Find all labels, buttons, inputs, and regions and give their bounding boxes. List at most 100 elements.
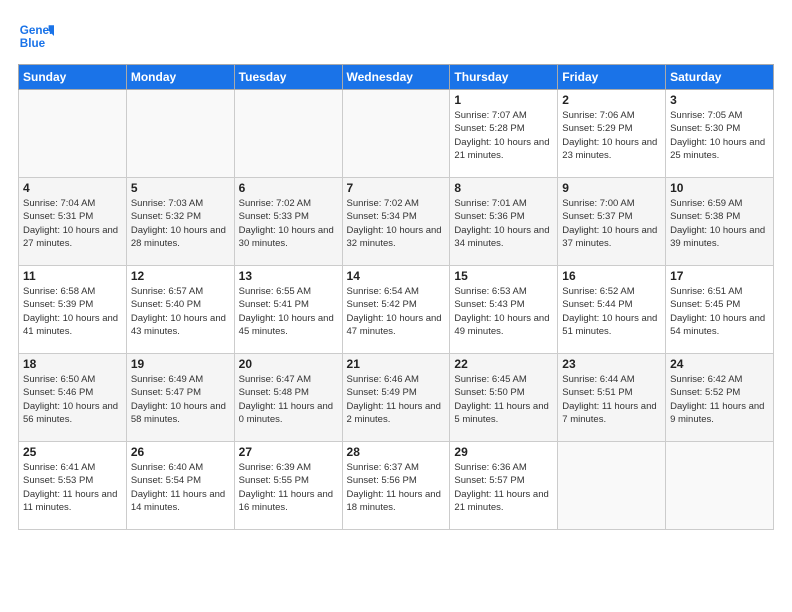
calendar-day-header: Wednesday bbox=[342, 65, 450, 90]
calendar-day-cell: 2 Sunrise: 7:06 AMSunset: 5:29 PMDaylight… bbox=[558, 90, 666, 178]
day-info: Sunrise: 7:03 AMSunset: 5:32 PMDaylight:… bbox=[131, 197, 230, 250]
day-info: Sunrise: 6:54 AMSunset: 5:42 PMDaylight:… bbox=[347, 285, 446, 338]
calendar-day-cell: 5 Sunrise: 7:03 AMSunset: 5:32 PMDaylight… bbox=[126, 178, 234, 266]
day-info: Sunrise: 6:51 AMSunset: 5:45 PMDaylight:… bbox=[670, 285, 769, 338]
day-info: Sunrise: 6:37 AMSunset: 5:56 PMDaylight:… bbox=[347, 461, 446, 514]
day-number: 22 bbox=[454, 357, 553, 371]
calendar-day-cell: 4Sunrise: 7:04 AMSunset: 5:31 PMDaylight… bbox=[19, 178, 127, 266]
calendar-week-row: 11Sunrise: 6:58 AMSunset: 5:39 PMDayligh… bbox=[19, 266, 774, 354]
calendar-week-row: 25 Sunrise: 6:41 AMSunset: 5:53 PMDayligh… bbox=[19, 442, 774, 530]
day-number: 29 bbox=[454, 445, 553, 459]
calendar-day-cell: 3 Sunrise: 7:05 AMSunset: 5:30 PMDaylight… bbox=[666, 90, 774, 178]
calendar-day-cell: 6 Sunrise: 7:02 AMSunset: 5:33 PMDaylight… bbox=[234, 178, 342, 266]
day-info: Sunrise: 6:57 AMSunset: 5:40 PMDaylight:… bbox=[131, 285, 230, 338]
day-info: Sunrise: 6:42 AMSunset: 5:52 PMDaylight:… bbox=[670, 373, 769, 426]
calendar-day-cell: 24 Sunrise: 6:42 AMSunset: 5:52 PMDayligh… bbox=[666, 354, 774, 442]
calendar-day-cell: 21Sunrise: 6:46 AMSunset: 5:49 PMDayligh… bbox=[342, 354, 450, 442]
day-number: 6 bbox=[239, 181, 338, 195]
calendar-day-cell: 11Sunrise: 6:58 AMSunset: 5:39 PMDayligh… bbox=[19, 266, 127, 354]
day-info: Sunrise: 7:05 AMSunset: 5:30 PMDaylight:… bbox=[670, 109, 769, 162]
calendar-day-cell: 7 Sunrise: 7:02 AMSunset: 5:34 PMDaylight… bbox=[342, 178, 450, 266]
page-container: General Blue SundayMondayTuesdayWednesda… bbox=[0, 0, 792, 540]
day-info: Sunrise: 6:41 AMSunset: 5:53 PMDaylight:… bbox=[23, 461, 122, 514]
day-info: Sunrise: 7:04 AMSunset: 5:31 PMDaylight:… bbox=[23, 197, 122, 250]
day-number: 2 bbox=[562, 93, 661, 107]
calendar-week-row: 1 Sunrise: 7:07 AMSunset: 5:28 PMDaylight… bbox=[19, 90, 774, 178]
day-number: 24 bbox=[670, 357, 769, 371]
day-info: Sunrise: 7:06 AMSunset: 5:29 PMDaylight:… bbox=[562, 109, 661, 162]
day-info: Sunrise: 6:58 AMSunset: 5:39 PMDaylight:… bbox=[23, 285, 122, 338]
day-info: Sunrise: 6:46 AMSunset: 5:49 PMDaylight:… bbox=[347, 373, 446, 426]
day-info: Sunrise: 6:47 AMSunset: 5:48 PMDaylight:… bbox=[239, 373, 338, 426]
calendar-day-cell: 15 Sunrise: 6:53 AMSunset: 5:43 PMDayligh… bbox=[450, 266, 558, 354]
day-number: 1 bbox=[454, 93, 553, 107]
day-info: Sunrise: 7:07 AMSunset: 5:28 PMDaylight:… bbox=[454, 109, 553, 162]
day-number: 25 bbox=[23, 445, 122, 459]
day-info: Sunrise: 6:40 AMSunset: 5:54 PMDaylight:… bbox=[131, 461, 230, 514]
calendar-header-row: SundayMondayTuesdayWednesdayThursdayFrid… bbox=[19, 65, 774, 90]
calendar-day-cell: 18 Sunrise: 6:50 AMSunset: 5:46 PMDayligh… bbox=[19, 354, 127, 442]
day-number: 12 bbox=[131, 269, 230, 283]
calendar-day-cell bbox=[234, 90, 342, 178]
day-info: Sunrise: 6:55 AMSunset: 5:41 PMDaylight:… bbox=[239, 285, 338, 338]
calendar-day-cell bbox=[19, 90, 127, 178]
calendar-day-cell: 29 Sunrise: 6:36 AMSunset: 5:57 PMDayligh… bbox=[450, 442, 558, 530]
calendar-week-row: 18 Sunrise: 6:50 AMSunset: 5:46 PMDayligh… bbox=[19, 354, 774, 442]
day-number: 17 bbox=[670, 269, 769, 283]
svg-text:Blue: Blue bbox=[20, 37, 46, 50]
day-info: Sunrise: 6:59 AMSunset: 5:38 PMDaylight:… bbox=[670, 197, 769, 250]
day-info: Sunrise: 7:02 AMSunset: 5:34 PMDaylight:… bbox=[347, 197, 446, 250]
day-info: Sunrise: 7:00 AMSunset: 5:37 PMDaylight:… bbox=[562, 197, 661, 250]
calendar-day-cell: 10Sunrise: 6:59 AMSunset: 5:38 PMDayligh… bbox=[666, 178, 774, 266]
day-info: Sunrise: 6:44 AMSunset: 5:51 PMDaylight:… bbox=[562, 373, 661, 426]
calendar-day-cell: 20 Sunrise: 6:47 AMSunset: 5:48 PMDayligh… bbox=[234, 354, 342, 442]
calendar-day-cell: 13 Sunrise: 6:55 AMSunset: 5:41 PMDayligh… bbox=[234, 266, 342, 354]
calendar-day-cell: 22 Sunrise: 6:45 AMSunset: 5:50 PMDayligh… bbox=[450, 354, 558, 442]
day-info: Sunrise: 7:01 AMSunset: 5:36 PMDaylight:… bbox=[454, 197, 553, 250]
calendar-day-cell: 12 Sunrise: 6:57 AMSunset: 5:40 PMDayligh… bbox=[126, 266, 234, 354]
day-number: 19 bbox=[131, 357, 230, 371]
calendar-week-row: 4Sunrise: 7:04 AMSunset: 5:31 PMDaylight… bbox=[19, 178, 774, 266]
day-number: 20 bbox=[239, 357, 338, 371]
calendar-day-header: Monday bbox=[126, 65, 234, 90]
calendar-day-cell: 8 Sunrise: 7:01 AMSunset: 5:36 PMDaylight… bbox=[450, 178, 558, 266]
day-info: Sunrise: 6:45 AMSunset: 5:50 PMDaylight:… bbox=[454, 373, 553, 426]
day-number: 27 bbox=[239, 445, 338, 459]
day-number: 7 bbox=[347, 181, 446, 195]
calendar-day-cell: 16Sunrise: 6:52 AMSunset: 5:44 PMDayligh… bbox=[558, 266, 666, 354]
calendar-day-cell: 28 Sunrise: 6:37 AMSunset: 5:56 PMDayligh… bbox=[342, 442, 450, 530]
logo-icon: General Blue bbox=[18, 18, 54, 54]
day-info: Sunrise: 6:36 AMSunset: 5:57 PMDaylight:… bbox=[454, 461, 553, 514]
day-number: 13 bbox=[239, 269, 338, 283]
calendar-day-cell: 9 Sunrise: 7:00 AMSunset: 5:37 PMDaylight… bbox=[558, 178, 666, 266]
day-number: 16 bbox=[562, 269, 661, 283]
calendar-table: SundayMondayTuesdayWednesdayThursdayFrid… bbox=[18, 64, 774, 530]
day-number: 3 bbox=[670, 93, 769, 107]
calendar-day-cell: 26Sunrise: 6:40 AMSunset: 5:54 PMDayligh… bbox=[126, 442, 234, 530]
logo: General Blue bbox=[18, 18, 54, 54]
calendar-day-cell bbox=[126, 90, 234, 178]
day-number: 15 bbox=[454, 269, 553, 283]
day-number: 8 bbox=[454, 181, 553, 195]
day-number: 23 bbox=[562, 357, 661, 371]
day-info: Sunrise: 6:50 AMSunset: 5:46 PMDaylight:… bbox=[23, 373, 122, 426]
calendar-day-cell: 25 Sunrise: 6:41 AMSunset: 5:53 PMDayligh… bbox=[19, 442, 127, 530]
day-info: Sunrise: 6:53 AMSunset: 5:43 PMDaylight:… bbox=[454, 285, 553, 338]
calendar-day-header: Thursday bbox=[450, 65, 558, 90]
calendar-day-header: Sunday bbox=[19, 65, 127, 90]
calendar-day-cell: 19Sunrise: 6:49 AMSunset: 5:47 PMDayligh… bbox=[126, 354, 234, 442]
day-number: 9 bbox=[562, 181, 661, 195]
page-header: General Blue bbox=[18, 18, 774, 54]
day-number: 28 bbox=[347, 445, 446, 459]
day-info: Sunrise: 7:02 AMSunset: 5:33 PMDaylight:… bbox=[239, 197, 338, 250]
calendar-day-cell: 17 Sunrise: 6:51 AMSunset: 5:45 PMDayligh… bbox=[666, 266, 774, 354]
calendar-day-cell: 1 Sunrise: 7:07 AMSunset: 5:28 PMDaylight… bbox=[450, 90, 558, 178]
calendar-day-cell: 23 Sunrise: 6:44 AMSunset: 5:51 PMDayligh… bbox=[558, 354, 666, 442]
day-number: 18 bbox=[23, 357, 122, 371]
calendar-day-cell: 27 Sunrise: 6:39 AMSunset: 5:55 PMDayligh… bbox=[234, 442, 342, 530]
day-number: 5 bbox=[131, 181, 230, 195]
calendar-day-cell bbox=[342, 90, 450, 178]
calendar-day-cell bbox=[558, 442, 666, 530]
day-info: Sunrise: 6:39 AMSunset: 5:55 PMDaylight:… bbox=[239, 461, 338, 514]
day-number: 14 bbox=[347, 269, 446, 283]
